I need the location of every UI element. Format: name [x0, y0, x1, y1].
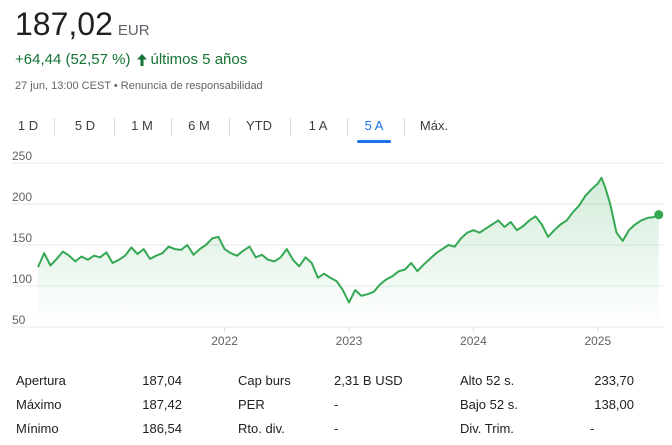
y-tick-label: 100 — [12, 272, 32, 286]
arrow-up-icon — [136, 53, 148, 67]
currency-label: EUR — [117, 22, 150, 39]
stat-label-pe: PER — [238, 397, 265, 412]
tab-ytd[interactable]: YTD — [240, 114, 278, 140]
tab-divider — [290, 118, 291, 136]
tab-1d[interactable]: 1 D — [11, 114, 45, 140]
stat-value-high: 187,42 — [142, 397, 182, 412]
quote-timestamp: 27 jun, 13:00 CEST — [15, 80, 111, 92]
current-price: 187,02 — [15, 6, 113, 42]
price-change-row: +64,44 (52,57 %) últimos 5 años — [15, 51, 247, 68]
stat-value-52w-high: 233,70 — [594, 373, 634, 388]
stat-label-52w-high: Alto 52 s. — [460, 373, 515, 388]
tab-1m[interactable]: 1 M — [125, 114, 159, 140]
stat-value-52w-low: 138,00 — [594, 397, 634, 412]
tab-divider — [229, 118, 230, 136]
stat-value-market-cap: 2,31 B USD — [334, 373, 403, 388]
stat-label-52w-low: Bajo 52 s. — [460, 397, 518, 412]
tab-divider — [171, 118, 172, 136]
price-area — [38, 177, 659, 327]
tab-1a[interactable]: 1 A — [301, 114, 335, 140]
stat-label-quarterly-div: Div. Trim. — [460, 421, 514, 436]
tab-divider — [404, 118, 405, 136]
stat-value-low: 186,54 — [142, 421, 182, 436]
stat-value-div-yield: - — [334, 421, 339, 436]
y-tick-label: 250 — [12, 150, 32, 163]
tab-divider — [54, 118, 55, 136]
stat-value-open: 187,04 — [142, 373, 182, 388]
price-header: 187,02 EUR — [15, 6, 150, 42]
quote-meta: 27 jun, 13:00 CEST • Renuncia de respons… — [15, 80, 263, 92]
y-tick-label: 200 — [12, 190, 32, 204]
x-tick-label: 2023 — [336, 334, 363, 348]
tab-max[interactable]: Máx. — [414, 114, 454, 140]
x-tick-label: 2024 — [460, 334, 487, 348]
stat-label-high: Máximo — [16, 397, 62, 412]
meta-separator: • — [113, 80, 118, 92]
change-period: últimos 5 años — [150, 51, 248, 68]
last-price-marker — [654, 210, 664, 220]
disclaimer-link[interactable]: Renuncia de responsabilidad — [121, 80, 263, 92]
tab-divider — [347, 118, 348, 136]
x-tick-label: 2022 — [211, 334, 238, 348]
tab-divider — [114, 118, 115, 136]
x-axis: 2022 2023 2024 2025 — [211, 327, 611, 348]
stat-label-open: Apertura — [16, 373, 66, 388]
x-tick-label: 2025 — [584, 334, 611, 348]
tab-6m[interactable]: 6 M — [182, 114, 216, 140]
stat-value-quarterly-div: - — [590, 421, 595, 436]
tab-5d[interactable]: 5 D — [68, 114, 102, 140]
y-tick-label: 50 — [12, 313, 26, 327]
tab-5a[interactable]: 5 A — [357, 114, 391, 143]
y-tick-label: 150 — [12, 231, 32, 245]
price-change: +64,44 (52,57 %) — [15, 51, 131, 68]
stat-value-pe: - — [334, 397, 339, 412]
stat-label-div-yield: Rto. div. — [238, 421, 285, 436]
range-tabs: 1 D 5 D 1 M 6 M YTD 1 A 5 A Máx. — [0, 114, 672, 143]
stat-label-low: Mínimo — [16, 421, 59, 436]
y-axis: 250 200 150 100 50 — [12, 150, 32, 327]
stat-label-market-cap: Cap burs — [238, 373, 291, 388]
price-chart[interactable]: 250 200 150 100 50 2022 2023 2024 2025 — [0, 150, 672, 350]
